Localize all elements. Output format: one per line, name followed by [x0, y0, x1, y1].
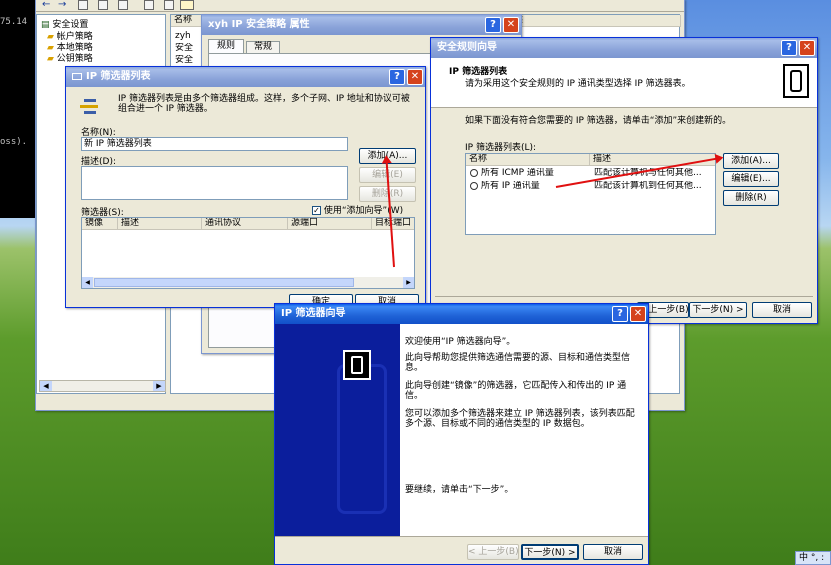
wizard-side-banner [275, 324, 400, 536]
scroll-left-icon[interactable]: ◀ [40, 381, 52, 391]
up-icon[interactable] [78, 0, 88, 10]
window-title: IP 筛选器向导 [281, 308, 346, 319]
filter-list-icon [80, 97, 100, 115]
close-icon[interactable]: ✕ [630, 306, 646, 322]
policy-icon[interactable] [180, 0, 194, 10]
edit-button[interactable]: 编辑(E)... [723, 171, 779, 187]
forward-icon[interactable]: → [58, 0, 66, 10]
footer-divider [435, 296, 813, 297]
ip-filter-list-dialog: IP 筛选器列表 ? ✕ IP 筛选器列表是由多个筛选器组成。这样，多个子网、I… [65, 66, 426, 310]
list-item[interactable]: 安全 [175, 55, 193, 66]
wizard-header: IP 筛选器列表 请为采用这个安全规则的 IP 通讯类型选择 IP 筛选器表。 [431, 58, 817, 108]
column-dest-port[interactable]: 目标端口 [372, 218, 414, 230]
wizard-subheading: 请为采用这个安全规则的 IP 通讯类型选择 IP 筛选器表。 [465, 79, 691, 89]
wizard-instruction: 如果下面没有符合您需要的 IP 筛选器，请单击“添加”来创建新的。 [465, 116, 732, 126]
footer-divider [275, 536, 648, 537]
add-button[interactable]: 添加(A)... [723, 153, 779, 169]
next-button[interactable]: 下一步(N) > [521, 544, 579, 560]
back-icon[interactable]: ← [42, 0, 50, 10]
help-icon[interactable]: ? [389, 69, 405, 85]
table-row[interactable]: 所有 ICMP 通讯量 [470, 168, 590, 179]
console-line: oss). [0, 137, 28, 147]
wizard-paragraph: 您可以添加多个筛选器来建立 IP 筛选器列表，该列表匹配多个源、目标或不同的通信… [405, 409, 635, 429]
list-item[interactable]: 安全 [175, 43, 193, 54]
scroll-right-icon[interactable]: ▶ [153, 381, 165, 391]
ip-filter-wizard: IP 筛选器向导 ? ✕ 欢迎使用“IP 筛选器向导”。 此向导帮助您提供筛选通… [274, 303, 649, 565]
language-bar[interactable]: 中 °, : [795, 551, 831, 565]
help-icon[interactable] [164, 0, 174, 10]
column-protocol[interactable]: 通讯协议 [202, 218, 288, 230]
wizard-body: 欢迎使用“IP 筛选器向导”。 此向导帮助您提供筛选通信需要的源、目标和通信类型… [400, 324, 648, 536]
close-icon[interactable]: ✕ [407, 69, 423, 85]
wizard-welcome: 欢迎使用“IP 筛选器向导”。 [405, 337, 516, 347]
mmc-toolbar: ← → [36, 0, 684, 12]
rule-wizard-titlebar[interactable]: 安全规则向导 ? ✕ [431, 38, 817, 58]
close-icon[interactable]: ✕ [503, 17, 519, 33]
next-button[interactable]: 下一步(N) > [689, 302, 747, 318]
export-icon[interactable] [144, 0, 154, 10]
filter-list-titlebar[interactable]: IP 筛选器列表 ? ✕ [66, 67, 425, 87]
scroll-thumb[interactable] [94, 278, 354, 287]
scroll-left-icon[interactable]: ◀ [82, 277, 93, 288]
tab-rules[interactable]: 规则 [208, 39, 244, 53]
back-button[interactable]: < 上一步(B) [467, 544, 519, 560]
tree-item-public-key-policy[interactable]: ▰ 公钥策略 [47, 51, 93, 64]
banner-watermark [337, 364, 387, 514]
wizard-paragraph: 此向导创建“镜像”的筛选器，它匹配传入和传出的 IP 通信。 [405, 381, 627, 401]
column-source-port[interactable]: 源端口 [288, 218, 372, 230]
window-title: 安全规则向导 [437, 42, 497, 53]
description-field[interactable] [81, 166, 348, 200]
radio-icon[interactable] [470, 181, 478, 190]
column-mirror[interactable]: 镜像 [82, 218, 118, 230]
window-title: xyh IP 安全策略 属性 [208, 19, 310, 30]
security-rule-wizard: 安全规则向导 ? ✕ IP 筛选器列表 请为采用这个安全规则的 IP 通讯类型选… [430, 37, 818, 324]
window-title: IP 筛选器列表 [86, 71, 151, 82]
column-description[interactable]: 描述 [118, 218, 202, 230]
help-icon[interactable]: ? [612, 306, 628, 322]
scroll-right-icon[interactable]: ▶ [403, 277, 414, 288]
filter-list-description: IP 筛选器列表是由多个筛选器组成。这样，多个子网、IP 地址和协议可被组合进一… [118, 94, 410, 114]
cancel-button[interactable]: 取消 [583, 544, 643, 560]
wizard-paragraph: 此向导帮助您提供筛选通信需要的源、目标和通信类型信息。 [405, 353, 631, 373]
checkbox-checked-icon: ✓ [312, 206, 321, 215]
help-icon[interactable]: ? [485, 17, 501, 33]
radio-icon[interactable] [470, 168, 478, 177]
refresh-icon[interactable] [118, 0, 128, 10]
wizard-continue-text: 要继续，请单击“下一步”。 [405, 485, 514, 495]
policy-properties-titlebar[interactable]: xyh IP 安全策略 属性 ? ✕ [202, 15, 521, 35]
scroll-document-icon [343, 350, 371, 380]
properties-icon[interactable] [98, 0, 108, 10]
help-icon[interactable]: ? [781, 40, 797, 56]
filters-table: 镜像 描述 通讯协议 源端口 目标端口 ◀ ▶ [81, 217, 415, 289]
name-field[interactable]: 新 IP 筛选器列表 [81, 137, 348, 151]
tab-general[interactable]: 常规 [246, 41, 280, 53]
column-name[interactable]: 名称 [466, 154, 590, 166]
remove-button[interactable]: 删除(R) [723, 190, 779, 206]
list-header-desc[interactable]: 述 [511, 15, 681, 27]
close-icon[interactable]: ✕ [799, 40, 815, 56]
folder-icon: ▰ [47, 54, 54, 64]
filters-hscrollbar[interactable]: ◀ ▶ [82, 277, 414, 288]
cancel-button[interactable]: 取消 [752, 302, 812, 318]
table-cell: 匹配该计算机到任何其他... [594, 181, 702, 191]
list-item[interactable]: zyh [175, 31, 191, 42]
tree-hscrollbar[interactable]: ◀ ▶ [39, 380, 166, 392]
filter-list-label: IP 筛选器列表(L): [465, 143, 537, 153]
window-icon [72, 72, 82, 80]
filter-wizard-titlebar[interactable]: IP 筛选器向导 ? ✕ [275, 304, 648, 324]
console-line: 75.14 [0, 17, 28, 27]
scroll-document-icon [783, 64, 809, 98]
